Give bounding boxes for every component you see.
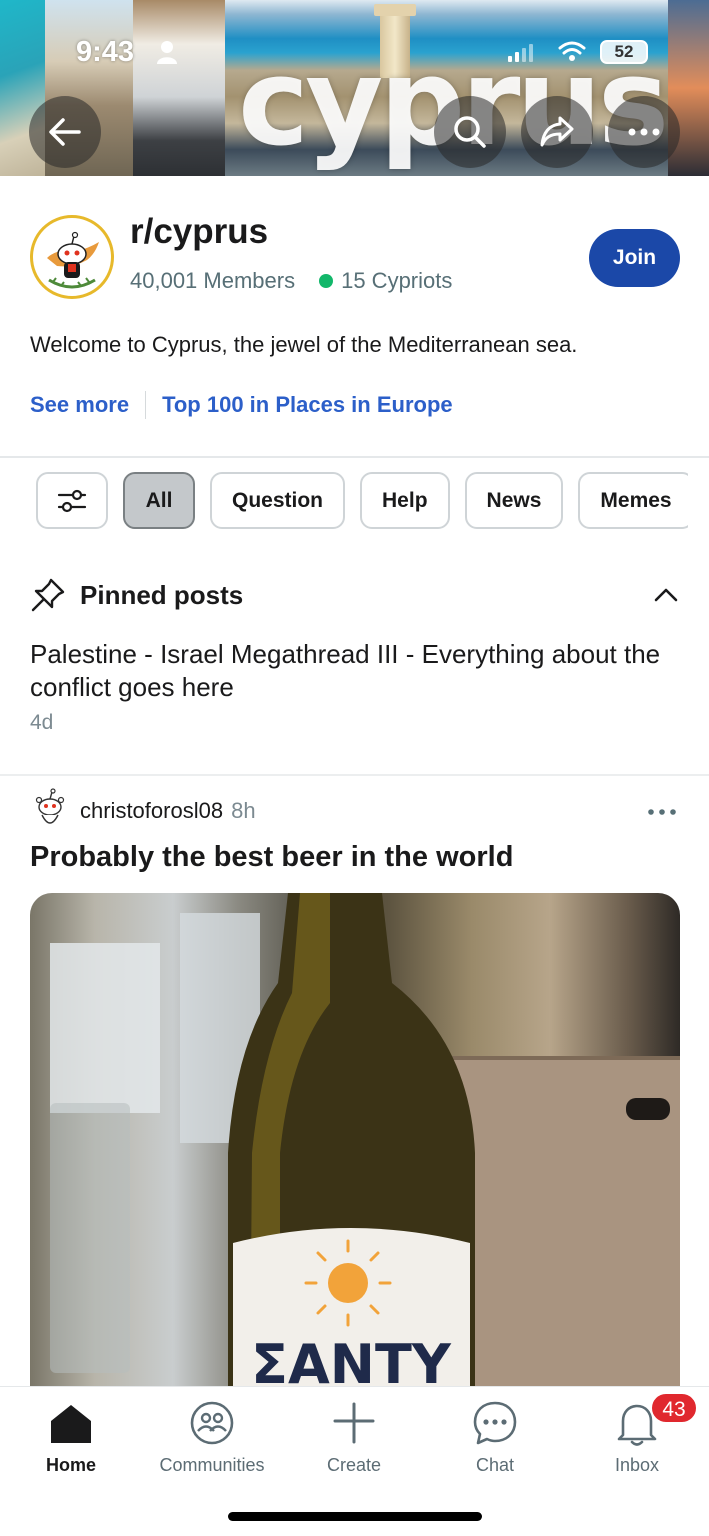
chat-icon xyxy=(473,1401,517,1445)
filter-chip-news[interactable]: News xyxy=(464,472,564,529)
post-meta: christoforosl08 8h xyxy=(80,798,256,824)
pin-icon xyxy=(31,578,65,612)
share-button[interactable] xyxy=(521,96,593,168)
section-divider xyxy=(0,774,709,776)
filter-settings-chip[interactable] xyxy=(36,472,108,529)
chevron-up-icon[interactable] xyxy=(652,581,680,609)
arrow-left-icon xyxy=(49,118,81,146)
search-icon xyxy=(454,116,486,148)
sliders-icon xyxy=(57,489,87,512)
pinned-posts-heading: Pinned posts xyxy=(80,579,244,610)
nav-chat[interactable]: Chat xyxy=(425,1399,565,1476)
flair-filter-bar: All Question Help News Memes xyxy=(36,472,688,530)
pinned-posts-header[interactable]: Pinned posts xyxy=(30,576,680,614)
filter-chip-all[interactable]: All xyxy=(123,472,195,529)
ellipsis-icon xyxy=(628,128,660,136)
nav-chat-label: Chat xyxy=(475,1455,515,1475)
inbox-badge: 43 xyxy=(650,1392,698,1424)
see-more-link[interactable]: See more xyxy=(30,392,129,418)
community-avatar[interactable] xyxy=(30,215,114,299)
plus-icon xyxy=(333,1402,375,1444)
bottle-label-text: ΣΑΝΤΥ xyxy=(251,1333,452,1393)
person-icon xyxy=(157,41,177,64)
nav-communities[interactable]: Communities xyxy=(142,1399,282,1476)
post-title[interactable]: Probably the best beer in the world xyxy=(30,841,513,874)
battery-indicator: 52 xyxy=(600,40,648,64)
wifi-icon xyxy=(558,41,586,61)
more-options-button[interactable] xyxy=(608,96,680,168)
communities-icon xyxy=(190,1401,234,1445)
pinned-post-title[interactable]: Palestine - Israel Megathread III - Ever… xyxy=(30,638,680,704)
community-links: See more Top 100 in Places in Europe xyxy=(30,391,453,419)
member-count: 40,001 Members xyxy=(130,268,296,293)
filter-chip-memes[interactable]: Memes xyxy=(578,472,688,529)
user-avatar[interactable] xyxy=(28,785,72,833)
post-age: 8h xyxy=(231,798,256,823)
home-icon xyxy=(51,1405,91,1443)
online-indicator xyxy=(319,274,334,288)
home-indicator[interactable] xyxy=(228,1512,482,1521)
join-button[interactable]: Join xyxy=(589,229,680,287)
community-stats: 40,001 Members 15 Cypriots xyxy=(130,268,452,294)
nav-communities-label: Communities xyxy=(159,1455,265,1475)
post-more-icon[interactable] xyxy=(646,800,678,824)
nav-home[interactable]: Home xyxy=(1,1399,141,1476)
nav-home-label: Home xyxy=(45,1455,96,1475)
nav-create[interactable]: Create xyxy=(284,1399,424,1476)
post-author[interactable]: christoforosl08 xyxy=(80,798,223,824)
nav-inbox-label: Inbox xyxy=(614,1455,660,1475)
community-name: r/cyprus xyxy=(130,212,269,251)
online-count: 15 Cypriots xyxy=(341,268,453,293)
filter-chip-help[interactable]: Help xyxy=(360,472,450,529)
link-divider xyxy=(145,391,147,419)
filter-chip-question[interactable]: Question xyxy=(210,472,346,529)
signal-icon xyxy=(508,44,533,62)
post-image[interactable]: ΣΑΝΤΥ xyxy=(30,893,680,1393)
nav-create-label: Create xyxy=(326,1455,382,1475)
section-divider xyxy=(0,456,709,458)
search-button[interactable] xyxy=(434,96,506,168)
ranking-link[interactable]: Top 100 in Places in Europe xyxy=(162,392,453,418)
status-time: 9:43 xyxy=(76,36,135,68)
snoo-cyprus-logo-icon xyxy=(47,231,99,289)
community-banner: cyprus xyxy=(0,0,709,176)
back-button[interactable] xyxy=(29,96,101,168)
share-icon xyxy=(540,116,574,147)
community-description: Welcome to Cyprus, the jewel of the Medi… xyxy=(30,332,578,357)
beer-bottle-photo: ΣΑΝΤΥ xyxy=(50,893,680,1393)
pinned-post-age: 4d xyxy=(30,711,54,734)
banner-photo-cave xyxy=(133,0,225,176)
